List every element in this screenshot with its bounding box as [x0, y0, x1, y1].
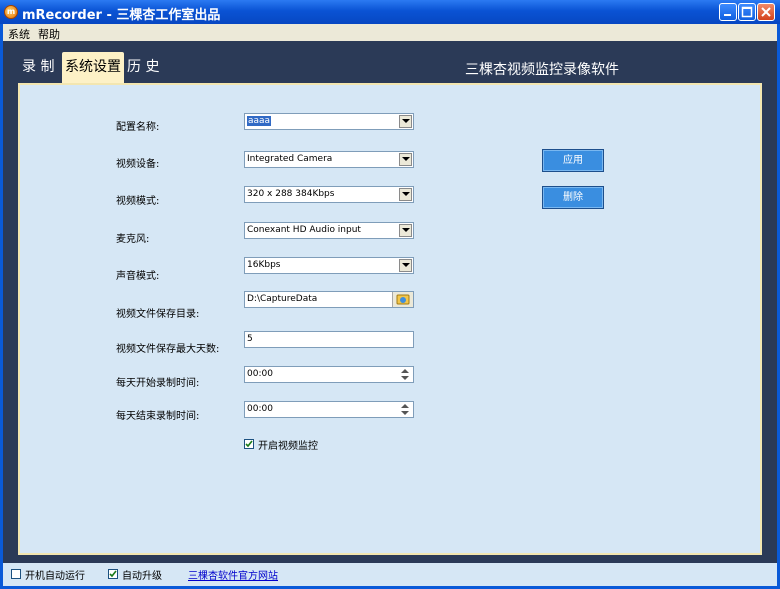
max-days-field[interactable]: 5	[244, 331, 414, 348]
client-area: 录 制 系统设置 历 史 三棵杏视频监控录像软件 配置名称: aaaa 视频设备…	[3, 41, 777, 563]
minimize-button[interactable]	[719, 3, 737, 21]
tab-settings[interactable]: 系统设置	[62, 52, 124, 83]
folder-icon	[396, 294, 410, 305]
enable-monitor-label: 开启视频监控	[258, 441, 318, 452]
video-mode-value: 320 x 288 384Kbps	[247, 189, 335, 199]
enable-monitor-checkbox[interactable]	[244, 439, 254, 449]
audio-mode-value: 16Kbps	[247, 260, 281, 270]
audio-mode-combo[interactable]: 16Kbps	[244, 257, 414, 274]
save-dir-value: D:\CaptureData	[247, 294, 318, 304]
chevron-down-icon	[402, 119, 410, 123]
dropdown-button[interactable]	[399, 259, 412, 272]
audio-mode-label: 声音模式:	[116, 271, 160, 282]
dropdown-button[interactable]	[399, 224, 412, 237]
video-mode-combo[interactable]: 320 x 288 384Kbps	[244, 186, 414, 203]
checkmark-icon	[109, 570, 117, 578]
dropdown-button[interactable]	[399, 153, 412, 166]
tab-history[interactable]: 历 史	[127, 52, 159, 83]
checkmark-icon	[245, 440, 253, 448]
time-spinner[interactable]	[399, 368, 412, 381]
dropdown-button[interactable]	[399, 188, 412, 201]
autostart-label: 开机自动运行	[25, 571, 85, 582]
spin-up-icon	[401, 404, 409, 408]
autoupdate-label: 自动升级	[122, 571, 162, 582]
config-name-combo[interactable]: aaaa	[244, 113, 414, 130]
time-spinner[interactable]	[399, 403, 412, 416]
autoupdate-checkbox[interactable]	[108, 569, 118, 579]
microphone-label: 麦克风:	[116, 234, 150, 245]
video-device-label: 视频设备:	[116, 159, 160, 170]
minimize-icon	[724, 14, 731, 16]
max-days-label: 视频文件保存最大天数:	[116, 344, 220, 355]
spin-down-icon	[401, 411, 409, 415]
apply-button[interactable]: 应用	[542, 149, 604, 172]
microphone-value: Conexant HD Audio input	[247, 225, 361, 235]
save-dir-field[interactable]: D:\CaptureData	[244, 291, 414, 308]
autostart-checkbox[interactable]	[11, 569, 21, 579]
video-mode-label: 视频模式:	[116, 196, 160, 207]
microphone-combo[interactable]: Conexant HD Audio input	[244, 222, 414, 239]
config-name-value: aaaa	[247, 116, 272, 126]
tab-record[interactable]: 录 制	[22, 52, 54, 83]
menu-bar: 系统 帮助	[3, 24, 777, 41]
menu-help[interactable]: 帮助	[38, 26, 60, 42]
title-bar[interactable]: m mRecorder - 三棵杏工作室出品	[0, 0, 780, 24]
end-time-value: 00:00	[247, 404, 273, 414]
spin-down-icon	[401, 376, 409, 380]
end-time-field[interactable]: 00:00	[244, 401, 414, 418]
chevron-down-icon	[402, 192, 410, 196]
video-device-combo[interactable]: Integrated Camera	[244, 151, 414, 168]
window-title: mRecorder - 三棵杏工作室出品	[22, 8, 221, 23]
maximize-button[interactable]	[738, 3, 756, 21]
config-name-label: 配置名称:	[116, 122, 160, 133]
chevron-down-icon	[402, 263, 410, 267]
settings-panel: 配置名称: aaaa 视频设备: Integrated Camera 视频模式:…	[18, 83, 762, 555]
chevron-down-icon	[402, 157, 410, 161]
max-days-value: 5	[247, 334, 253, 344]
chevron-down-icon	[402, 228, 410, 232]
browse-folder-button[interactable]	[392, 292, 413, 307]
status-bar: 开机自动运行 自动升级 三棵杏软件官方网站	[3, 563, 777, 586]
menu-system[interactable]: 系统	[8, 26, 30, 42]
start-time-label: 每天开始录制时间:	[116, 378, 200, 389]
spin-up-icon	[401, 369, 409, 373]
end-time-label: 每天结束录制时间:	[116, 411, 200, 422]
website-link[interactable]: 三棵杏软件官方网站	[188, 567, 278, 582]
start-time-value: 00:00	[247, 369, 273, 379]
product-title: 三棵杏视频监控录像软件	[465, 62, 619, 78]
save-dir-label: 视频文件保存目录:	[116, 309, 200, 320]
app-window: m mRecorder - 三棵杏工作室出品 系统 帮助 录 制 系统设置 历 …	[0, 0, 780, 589]
start-time-field[interactable]: 00:00	[244, 366, 414, 383]
close-button[interactable]	[757, 3, 775, 21]
delete-button[interactable]: 删除	[542, 186, 604, 209]
video-device-value: Integrated Camera	[247, 154, 333, 164]
dropdown-button[interactable]	[399, 115, 412, 128]
maximize-icon	[741, 6, 753, 18]
close-icon	[761, 7, 771, 17]
app-icon: m	[4, 5, 18, 19]
